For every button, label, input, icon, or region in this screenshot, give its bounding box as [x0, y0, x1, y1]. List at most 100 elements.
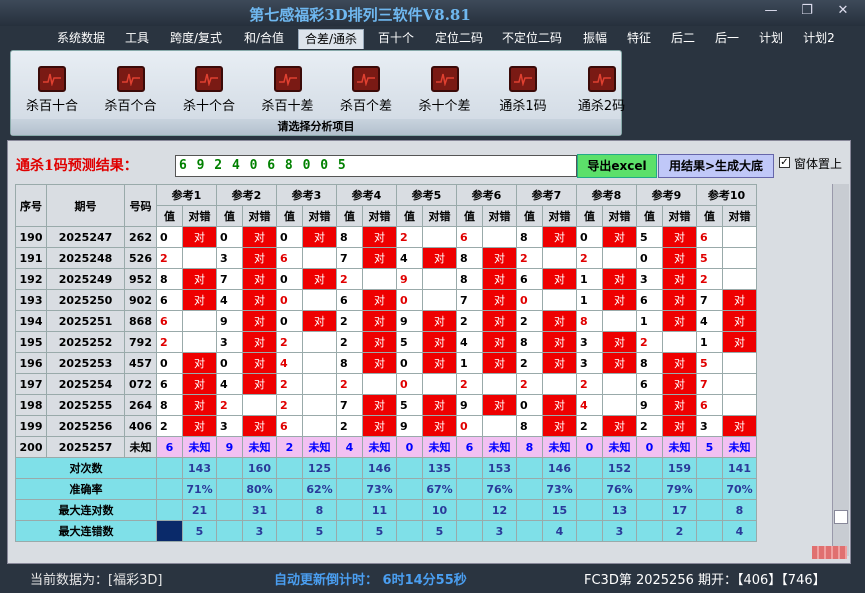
- hit-mark: 对: [362, 331, 397, 353]
- kill-ten-unit-sum-button[interactable]: 杀十个合: [174, 66, 244, 114]
- row-period: 2025253: [46, 352, 125, 374]
- hit-mark: 对: [422, 352, 457, 374]
- table-row[interactable]: 193 2025250 902 6 对 4 对 0 6 对 0 7 对 0 1 对 6 对 7 对: [15, 289, 757, 311]
- ribbon-button-label: 杀百个合: [104, 99, 157, 114]
- value-subheader: 值: [336, 205, 363, 227]
- hit-mark: 对: [662, 394, 697, 416]
- export-excel-button[interactable]: 导出excel: [577, 154, 657, 178]
- table-row[interactable]: 192 2025249 952 8 对 7 对 0 对 2 9 8 对 6 对 1 对 3 对 2: [15, 268, 757, 290]
- menu-last-two[interactable]: 后二: [666, 29, 700, 49]
- menu-unfixed-two[interactable]: 不定位二码: [496, 29, 568, 49]
- hit-mark: 对: [602, 331, 637, 353]
- table-row[interactable]: 190 2025247 262 0 对 0 对 0 对 8 对 2 6 8 对 0 对 5 对 6: [15, 226, 757, 248]
- summary-value: 21: [182, 499, 217, 521]
- kill-hundred-unit-sum-button[interactable]: 杀百个合: [96, 66, 166, 114]
- table-row[interactable]: 199 2025256 406 2 对 3 对 6 2 对 9 对 0 8 对 2 对 2 对 3 对: [15, 415, 757, 437]
- kill-one-code-button[interactable]: 通杀1码: [488, 66, 558, 114]
- table-row[interactable]: 196 2025253 457 0 对 0 对 4 8 对 0 对 1 对 2 对 3 对 8 对 5: [15, 352, 757, 374]
- prediction-row[interactable]: 200 2025257 未知 6 未知 9 未知 2 未知 4 未知 0 未知 6 未知 8 未知 0 未知 0 未知 5…: [15, 436, 757, 458]
- generate-base-button[interactable]: 用结果>生成大底: [658, 154, 774, 178]
- minimize-icon[interactable]: —: [760, 3, 782, 18]
- ref-value: 2: [336, 310, 363, 332]
- close-icon[interactable]: ✕: [832, 3, 854, 18]
- summary-value: 5: [362, 520, 397, 542]
- row-seq: 199: [15, 415, 47, 437]
- menu-last-one[interactable]: 后一: [710, 29, 744, 49]
- summary-value: 80%: [242, 478, 277, 500]
- table-row[interactable]: 197 2025254 072 6 对 4 对 2 2 0 2 2 2 6 对 7: [15, 373, 757, 395]
- summary-spacer: [156, 520, 183, 542]
- value-subheader: 值: [696, 205, 723, 227]
- ref-value: 6: [156, 310, 183, 332]
- ref-value: 2: [516, 310, 543, 332]
- ref-value: 0: [216, 352, 243, 374]
- table-row[interactable]: 198 2025255 264 8 对 2 2 7 对 5 对 9 对 0 对 4 9 对 6: [15, 394, 757, 416]
- kill-hundred-ten-diff-button[interactable]: 杀百十差: [253, 66, 323, 114]
- data-source-label: 当前数据为：[福彩3D]: [30, 573, 163, 588]
- value-subheader: 值: [636, 205, 663, 227]
- menu-features[interactable]: 特征: [622, 29, 656, 49]
- summary-row: 最大连错数 5 3 5 5 5 3 4 3 2 4: [15, 520, 757, 542]
- ref-value: 2: [396, 226, 423, 248]
- table-row[interactable]: 194 2025251 868 6 9 对 0 对 2 对 9 对 2 对 2 对 8 1 对 4 对: [15, 310, 757, 332]
- miss-cell: [542, 373, 577, 395]
- hit-mark: 对: [362, 226, 397, 248]
- ref-value: 2: [156, 247, 183, 269]
- miss-cell: [482, 415, 517, 437]
- value-subheader: 值: [396, 205, 423, 227]
- pin-window-checkbox[interactable]: ✓: [779, 157, 790, 168]
- hit-mark: 对: [302, 268, 337, 290]
- ref-value: 4: [396, 247, 423, 269]
- predicted-value: 2: [276, 436, 303, 458]
- menu-hundred-ten-unit[interactable]: 百十个: [372, 29, 420, 49]
- table-row[interactable]: 191 2025248 526 2 3 对 6 7 对 4 对 8 对 2 2 0 对 5: [15, 247, 757, 269]
- menu-sum-diff-kill[interactable]: 合差/通杀: [298, 29, 364, 49]
- ribbon-button-label: 通杀2码: [577, 99, 626, 114]
- kill-hundred-ten-sum-button[interactable]: 杀百十合: [17, 66, 87, 114]
- scroll-thumb[interactable]: [834, 510, 848, 524]
- ref-value: 6: [156, 289, 183, 311]
- ref-value: 2: [336, 373, 363, 395]
- menu-span-compound[interactable]: 跨度/复式: [164, 29, 228, 49]
- hit-mark: 对: [482, 268, 517, 290]
- kill-two-code-button[interactable]: 通杀2码: [567, 66, 637, 114]
- ref-value: 3: [216, 247, 243, 269]
- menu-plan[interactable]: 计划: [754, 29, 788, 49]
- miss-cell: [602, 247, 637, 269]
- menu-system-data[interactable]: 系统数据: [52, 29, 110, 49]
- miss-cell: [302, 373, 337, 395]
- ref-header: 参考2: [216, 184, 277, 206]
- ref-value: 3: [216, 415, 243, 437]
- summary-spacer: [636, 520, 663, 542]
- miss-cell: [362, 268, 397, 290]
- maximize-icon[interactable]: ❐: [796, 3, 818, 18]
- hit-mark: 对: [662, 268, 697, 290]
- row-number: 264: [124, 394, 157, 416]
- miss-cell: [602, 310, 637, 332]
- table-row[interactable]: 195 2025252 792 2 3 对 2 2 对 5 对 4 对 8 对 3 对 2 1 对: [15, 331, 757, 353]
- summary-value: 67%: [422, 478, 457, 500]
- menu-sum-value[interactable]: 和/合值: [238, 29, 290, 49]
- summary-value: 15: [542, 499, 577, 521]
- hit-mark: 对: [182, 226, 217, 248]
- ref-value: 0: [456, 415, 483, 437]
- vertical-scrollbar[interactable]: [832, 184, 849, 556]
- unknown-mark: 未知: [602, 436, 637, 458]
- menu-fixed-two[interactable]: 定位二码: [430, 29, 488, 49]
- menu-tools[interactable]: 工具: [120, 29, 154, 49]
- prediction-result-field[interactable]: 6 9 2 4 0 6 8 0 0 5: [175, 155, 577, 177]
- menu-amplitude[interactable]: 振幅: [578, 29, 612, 49]
- kill-hundred-unit-diff-button[interactable]: 杀百个差: [331, 66, 401, 114]
- hit-mark: 对: [482, 310, 517, 332]
- menu-plan2[interactable]: 计划2: [798, 29, 840, 49]
- row-number: 457: [124, 352, 157, 374]
- summary-spacer: [396, 520, 423, 542]
- hit-mark: 对: [242, 226, 277, 248]
- summary-spacer: [276, 457, 303, 479]
- kill-ten-unit-diff-button[interactable]: 杀十个差: [410, 66, 480, 114]
- ribbon-button-label: 杀百十合: [25, 99, 78, 114]
- ref-value: 6: [696, 226, 723, 248]
- ref-value: 3: [636, 268, 663, 290]
- col-header: 号码: [124, 184, 157, 227]
- summary-spacer: [696, 499, 723, 521]
